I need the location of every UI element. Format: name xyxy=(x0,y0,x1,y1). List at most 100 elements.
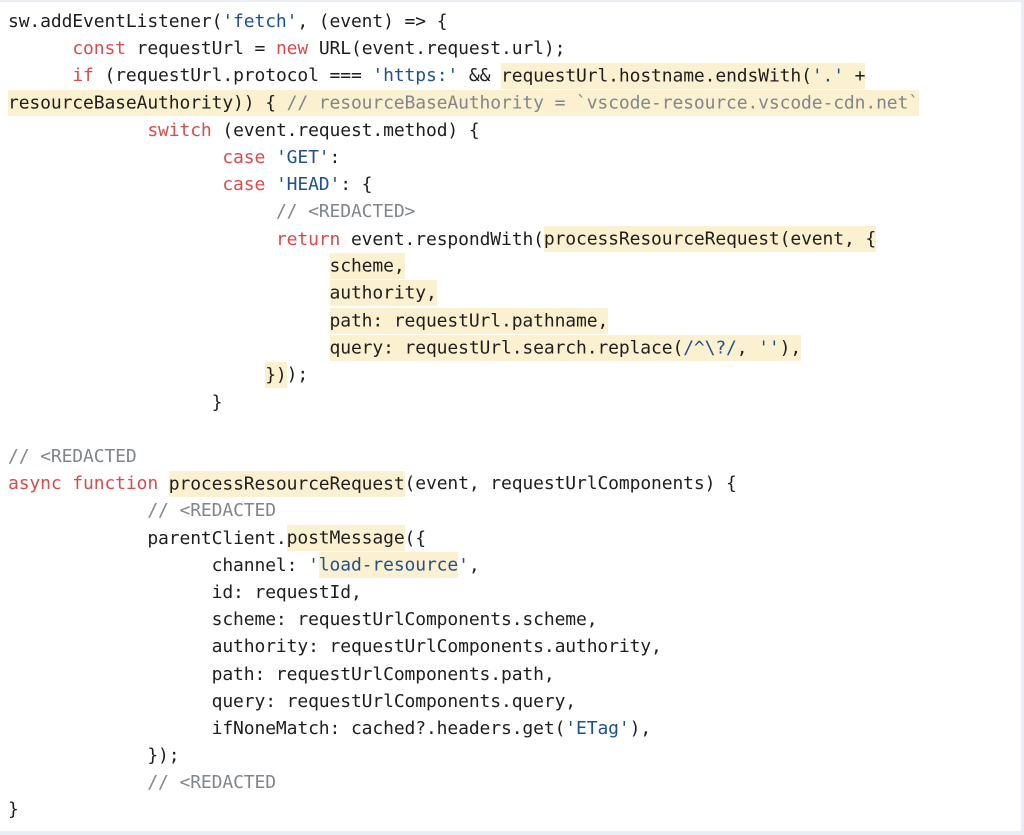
highlighted-plain-token: + xyxy=(844,63,865,89)
plain-token: ({ xyxy=(405,528,426,549)
code-line: async function processResourceRequest(ev… xyxy=(8,470,1013,497)
plain-token xyxy=(8,38,72,59)
plain-token: channel: xyxy=(212,555,308,576)
keyword-token: const xyxy=(72,38,126,59)
plain-token xyxy=(8,337,330,358)
code-line: return event.respondWith(processResource… xyxy=(8,226,1013,253)
code-line: switch (event.request.method) { xyxy=(8,117,1013,144)
plain-token: , xyxy=(469,555,480,576)
code-line: }); xyxy=(8,742,1013,769)
code-line: path: requestUrlComponents.path, xyxy=(8,661,1013,688)
plain-token: ifNoneMatch: cached?.headers.get( xyxy=(212,718,566,739)
plain-token: } xyxy=(212,392,223,413)
plain-token xyxy=(8,555,212,576)
plain-token xyxy=(8,691,212,712)
plain-token xyxy=(8,664,212,685)
highlighted-plain-token: query: requestUrl.search.replace( xyxy=(330,335,684,361)
plain-token: }); xyxy=(147,745,179,766)
highlighted-string-token: load-resource xyxy=(319,552,458,578)
highlighted-plain-token: }) xyxy=(265,362,286,388)
highlighted-comment-token: // resourceBaseAuthority = `vscode-resou… xyxy=(287,90,919,116)
keyword-token: case xyxy=(222,174,265,195)
string-token: ' xyxy=(458,555,469,576)
highlighted-string-token: /^\?/ xyxy=(683,335,737,361)
code-line: } xyxy=(8,389,1013,416)
highlighted-string-token: '' xyxy=(758,335,779,361)
string-token: 'https:' xyxy=(372,65,458,86)
plain-token xyxy=(8,582,212,603)
code-line: // <REDACTED xyxy=(8,443,1013,470)
highlighted-plain-token: scheme, xyxy=(330,253,405,279)
plain-token: (event, requestUrlComponents) { xyxy=(405,473,737,494)
plain-token: authority: requestUrlComponents.authorit… xyxy=(212,636,662,657)
code-line: path: requestUrl.pathname, xyxy=(8,307,1013,334)
plain-token xyxy=(8,745,147,766)
plain-token: , (event) => { xyxy=(297,11,447,32)
highlighted-plain-token: ), xyxy=(780,335,801,361)
keyword-token: if xyxy=(72,65,93,86)
keyword-token: async function xyxy=(8,473,158,494)
comment-token: // <REDACTED> xyxy=(276,201,415,222)
highlighted-plain-token: processResourceRequest xyxy=(169,471,405,497)
plain-token xyxy=(8,772,147,793)
plain-token: path: requestUrlComponents.path, xyxy=(212,664,555,685)
highlighted-plain-token: path: requestUrl.pathname, xyxy=(330,308,609,334)
plain-token xyxy=(8,229,276,250)
plain-token: id: requestId, xyxy=(212,582,362,603)
code-line: // <REDACTED xyxy=(8,769,1013,796)
plain-token xyxy=(8,283,330,304)
code-line: authority: requestUrlComponents.authorit… xyxy=(8,633,1013,660)
plain-token xyxy=(8,120,147,141)
plain-token xyxy=(8,174,222,195)
plain-token: parentClient. xyxy=(147,528,286,549)
plain-token xyxy=(8,636,212,657)
code-line: channel: 'load-resource', xyxy=(8,552,1013,579)
keyword-token: new xyxy=(276,38,308,59)
plain-token xyxy=(8,500,147,521)
plain-token: requestUrl = xyxy=(126,38,276,59)
plain-token xyxy=(8,609,212,630)
string-token: 'HEAD' xyxy=(276,174,340,195)
code-line: case 'HEAD': { xyxy=(8,171,1013,198)
code-line: scheme, xyxy=(8,253,1013,280)
plain-token: : { xyxy=(340,174,372,195)
plain-token: ); xyxy=(287,364,308,385)
code-line: const requestUrl = new URL(event.request… xyxy=(8,35,1013,62)
comment-token: // <REDACTED xyxy=(8,446,137,467)
code-snippet-frame: sw.addEventListener('fetch', (event) => … xyxy=(0,0,1024,835)
plain-token xyxy=(8,364,265,385)
keyword-token: switch xyxy=(147,120,211,141)
code-line: // <REDACTED> xyxy=(8,198,1013,225)
plain-token xyxy=(8,256,330,277)
string-token: 'ETag' xyxy=(565,718,629,739)
plain-token: URL(event.request.url); xyxy=(308,38,565,59)
comment-token: // <REDACTED xyxy=(147,772,276,793)
code-line: sw.addEventListener('fetch', (event) => … xyxy=(8,8,1013,35)
code-line: query: requestUrl.search.replace(/^\?/, … xyxy=(8,334,1013,361)
plain-token: && xyxy=(458,65,501,86)
highlighted-string-token: '.' xyxy=(812,63,844,89)
code-line: resourceBaseAuthority)) { // resourceBas… xyxy=(8,90,1013,117)
code-line: // <REDACTED xyxy=(8,497,1013,524)
code-line: case 'GET': xyxy=(8,144,1013,171)
code-line: parentClient.postMessage({ xyxy=(8,525,1013,552)
code-line: id: requestId, xyxy=(8,579,1013,606)
plain-token: (event.request.method) { xyxy=(212,120,480,141)
highlighted-plain-token: requestUrl.hostname.endsWith( xyxy=(501,63,812,89)
plain-token: (requestUrl.protocol === xyxy=(94,65,373,86)
plain-token: scheme: requestUrlComponents.scheme, xyxy=(212,609,598,630)
plain-token xyxy=(8,718,212,739)
code-line: })); xyxy=(8,361,1013,388)
code-block: sw.addEventListener('fetch', (event) => … xyxy=(0,2,1021,824)
plain-token: ), xyxy=(630,718,651,739)
plain-token: sw.addEventListener( xyxy=(8,11,222,32)
string-token: 'fetch' xyxy=(222,11,297,32)
code-line: if (requestUrl.protocol === 'https:' && … xyxy=(8,62,1013,89)
string-token: ' xyxy=(308,555,319,576)
highlighted-plain-token: authority, xyxy=(330,280,437,306)
plain-token: event.respondWith( xyxy=(340,229,544,250)
highlighted-plain-token: resourceBaseAuthority)) { xyxy=(8,90,287,116)
plain-token: query: requestUrlComponents.query, xyxy=(212,691,576,712)
code-line: query: requestUrlComponents.query, xyxy=(8,688,1013,715)
plain-token xyxy=(8,65,72,86)
